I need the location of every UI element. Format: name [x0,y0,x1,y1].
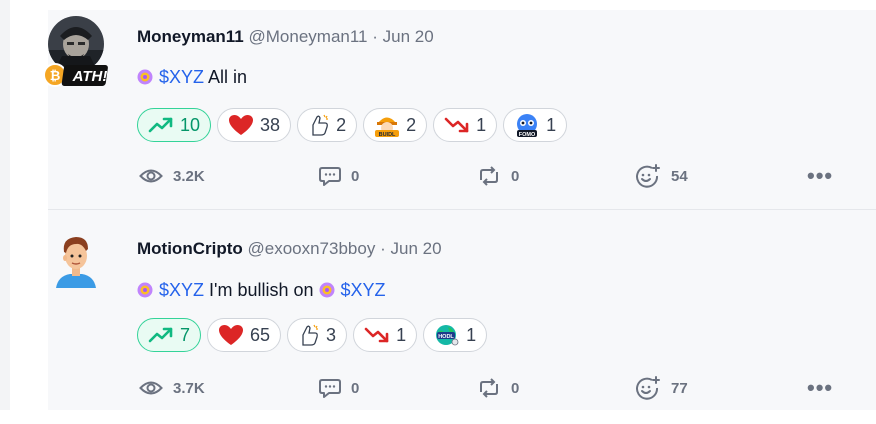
reaction-count: 7 [180,324,191,345]
eye-icon [139,169,163,183]
author-name[interactable]: Moneyman11 [137,27,244,46]
cashtag[interactable]: $XYZ [159,67,204,87]
author-handle[interactable]: @Moneyman11 [249,27,368,46]
post-date[interactable]: Jun 20 [383,27,434,46]
views-stat[interactable]: 3.2K [139,164,205,188]
reaction-fomo[interactable]: FOMO 1 [503,108,568,142]
reposts-count: 0 [511,379,520,397]
post[interactable]: MotionCripto @exooxn73bboy · Jun 20 $XYZ… [48,212,876,410]
smile-plus-icon [636,164,660,188]
trending-up-icon [148,117,173,133]
post-stats: 3.7K 0 0 77 ••• [137,375,837,400]
reaction-bullish[interactable]: 10 [137,108,212,142]
reaction-bar: 10 38 2 BUIDL 2 1 FOMO 1 [137,108,568,142]
post-text-content: All in [204,67,248,87]
reaction-count: 38 [260,114,281,135]
tips-count: 54 [671,167,688,185]
reaction-count: 2 [406,114,417,135]
cashtag[interactable]: $XYZ [341,280,386,300]
feed: ₿ ATH! Moneyman11 @Moneyman11 · Jun 20 $… [43,10,876,410]
tips-stat[interactable]: 54 [635,164,688,188]
reaction-count: 1 [396,324,407,345]
avatar[interactable] [48,232,104,288]
trending-down-icon [364,327,389,343]
reaction-thumbs-up[interactable]: 3 [287,318,348,352]
reaction-heart[interactable]: 38 [217,108,292,142]
reaction-count: 2 [336,114,347,135]
comment-icon [319,167,341,186]
hodl-icon: HODL [436,325,459,346]
comments-count: 0 [351,167,360,185]
post-divider [48,209,876,210]
thumbs-up-icon [312,114,329,136]
post-header: Moneyman11 @Moneyman11 · Jun 20 [137,26,434,48]
avatar-image [48,232,104,288]
xyz-coin-icon [137,280,153,298]
ath-badge-label: ATH! [72,68,108,85]
comments-stat[interactable]: 0 [319,376,359,400]
tips-count: 77 [671,379,688,397]
svg-text:HODL: HODL [438,334,454,340]
fomo-icon: FOMO [517,114,538,137]
reaction-buidl[interactable]: BUIDL 2 [363,108,428,142]
svg-text:FOMO: FOMO [519,132,536,137]
comments-stat[interactable]: 0 [319,164,359,188]
reaction-bar: 7 65 3 1 HODL 1 [137,318,488,352]
reaction-bullish[interactable]: 7 [137,318,202,352]
post-text-content: I'm bullish on [204,280,319,300]
reposts-stat[interactable]: 0 [477,376,519,400]
post[interactable]: ₿ ATH! Moneyman11 @Moneyman11 · Jun 20 $… [43,10,876,210]
xyz-coin-icon [319,280,335,298]
reaction-bearish[interactable]: 1 [353,318,418,352]
header-separator: · [380,239,386,258]
reaction-heart[interactable]: 65 [207,318,282,352]
reposts-count: 0 [511,167,520,185]
views-count: 3.7K [173,379,205,397]
svg-text:BUIDL: BUIDL [379,132,396,137]
reaction-count: 1 [546,114,557,135]
more-options-button[interactable]: ••• [807,163,833,188]
reaction-count: 1 [466,324,477,345]
header-separator: · [372,27,378,46]
ath-badge: ₿ ATH! [42,60,116,90]
author-handle[interactable]: @exooxn73bboy [247,239,375,258]
reaction-count: 3 [326,324,337,345]
repost-icon [480,378,498,398]
trending-up-icon [148,327,173,343]
reaction-count: 10 [180,114,201,135]
reaction-hodl[interactable]: HODL 1 [423,318,488,352]
left-rail [0,0,10,410]
post-date[interactable]: Jun 20 [390,239,441,258]
post-stats: 3.2K 0 0 54 ••• [137,163,837,188]
buidl-icon: BUIDL [375,117,400,137]
views-count: 3.2K [173,167,205,185]
heart-icon [229,115,254,135]
cashtag[interactable]: $XYZ [159,280,204,300]
reaction-bearish[interactable]: 1 [433,108,498,142]
avatar[interactable]: ₿ ATH! [43,16,108,87]
reaction-thumbs-up[interactable]: 2 [297,108,358,142]
page: ₿ ATH! Moneyman11 @Moneyman11 · Jun 20 $… [0,0,876,424]
eye-icon [139,381,163,395]
post-header: MotionCripto @exooxn73bboy · Jun 20 [137,238,442,260]
xyz-coin-icon [137,67,153,85]
post-text: $XYZ I'm bullish on $XYZ [137,278,386,302]
tips-stat[interactable]: 77 [635,376,688,400]
more-options-button[interactable]: ••• [807,375,833,400]
smile-plus-icon [636,376,660,400]
comment-icon [319,379,341,398]
views-stat[interactable]: 3.7K [139,376,205,400]
svg-text:₿: ₿ [50,68,61,83]
thumbs-up-icon [302,324,319,346]
reaction-count: 1 [476,114,487,135]
reposts-stat[interactable]: 0 [477,164,519,188]
repost-icon [480,166,498,186]
comments-count: 0 [351,379,360,397]
heart-icon [219,325,244,345]
reaction-count: 65 [250,324,271,345]
post-text: $XYZ All in [137,65,247,89]
trending-down-icon [444,117,469,133]
author-name[interactable]: MotionCripto [137,239,243,258]
